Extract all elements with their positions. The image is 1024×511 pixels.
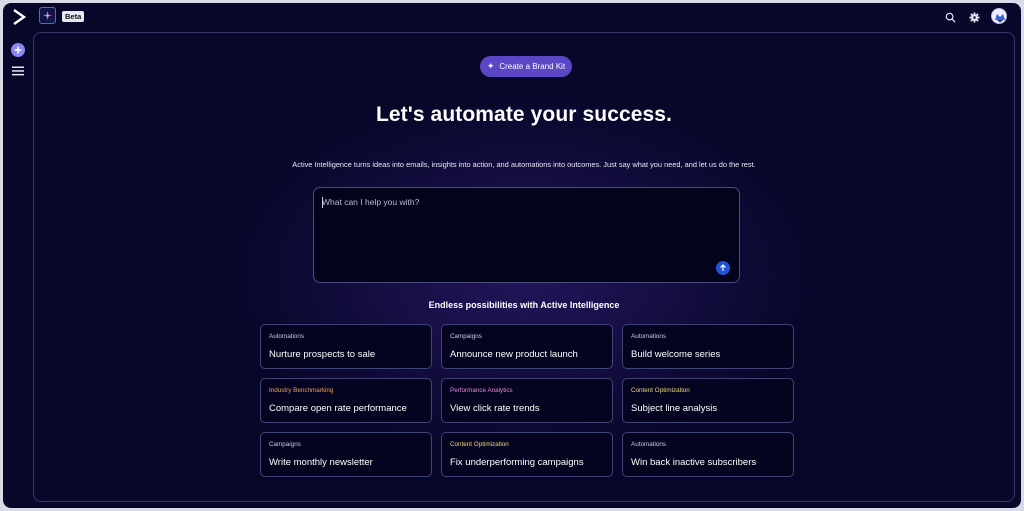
card-title: Write monthly newsletter xyxy=(269,457,373,468)
suggestion-card[interactable]: Automations Build welcome series xyxy=(622,324,794,369)
card-title: View click rate trends xyxy=(450,403,540,414)
suggestion-card[interactable]: Campaigns Write monthly newsletter xyxy=(260,432,432,477)
suggestion-card[interactable]: Content Optimization Fix underperforming… xyxy=(441,432,613,477)
suggestion-card[interactable]: Automations Win back inactive subscriber… xyxy=(622,432,794,477)
card-category: Content Optimization xyxy=(631,387,690,394)
new-chat-button[interactable] xyxy=(11,43,25,57)
card-title: Nurture prospects to sale xyxy=(269,349,376,360)
suggestion-card[interactable]: Automations Nurture prospects to sale xyxy=(260,324,432,369)
card-category: Content Optimization xyxy=(450,441,509,448)
suggestion-card[interactable]: Performance Analytics View click rate tr… xyxy=(441,378,613,423)
card-category: Campaigns xyxy=(450,333,482,340)
arrow-up-icon xyxy=(720,264,726,271)
avatar[interactable] xyxy=(991,8,1007,24)
card-title: Win back inactive subscribers xyxy=(631,457,757,468)
page-title: Let's automate your success. xyxy=(375,103,673,126)
page-subtitle: Active Intelligence turns ideas into ema… xyxy=(292,160,756,169)
card-category: Automations xyxy=(631,333,667,340)
prompt-input[interactable] xyxy=(322,197,712,207)
app-sparkle-icon[interactable] xyxy=(39,7,56,24)
main-panel: ✦ Create a Brand Kit Let's automate your… xyxy=(33,32,1015,502)
suggestion-card[interactable]: Campaigns Announce new product launch xyxy=(441,324,613,369)
sparkle-icon: ✦ xyxy=(486,61,495,71)
gear-icon[interactable] xyxy=(968,11,980,23)
card-category: Automations xyxy=(269,333,305,340)
suggestion-card[interactable]: Industry Benchmarking Compare open rate … xyxy=(260,378,432,423)
card-title: Compare open rate performance xyxy=(269,403,407,414)
card-category: Performance Analytics xyxy=(450,387,513,394)
card-title: Fix underperforming campaigns xyxy=(450,457,584,468)
send-button[interactable] xyxy=(716,261,730,275)
card-category: Industry Benchmarking xyxy=(269,387,334,394)
suggestion-cards: Automations Nurture prospects to sale Ca… xyxy=(260,324,794,477)
menu-icon[interactable] xyxy=(12,66,24,76)
card-title: Subject line analysis xyxy=(631,403,718,414)
card-title: Build welcome series xyxy=(631,349,721,360)
card-category: Campaigns xyxy=(269,441,301,448)
section-title: Endless possibilities with Active Intell… xyxy=(428,300,620,310)
prompt-box[interactable] xyxy=(313,187,740,283)
beta-badge: Beta xyxy=(62,11,85,22)
search-icon[interactable] xyxy=(944,11,956,23)
create-brand-kit-button[interactable]: ✦ Create a Brand Kit xyxy=(480,56,572,77)
card-title: Announce new product launch xyxy=(450,349,578,360)
sparkle-icon xyxy=(42,10,53,21)
app-window: Beta ✦ Create a Brand Kit Let's automate… xyxy=(3,3,1021,508)
suggestion-card[interactable]: Content Optimization Subject line analys… xyxy=(622,378,794,423)
avatar-image-icon xyxy=(992,9,1006,23)
create-brand-kit-label: Create a Brand Kit xyxy=(499,62,566,71)
card-category: Automations xyxy=(631,441,667,448)
top-bar: Beta xyxy=(3,3,1021,31)
logo-chevron-icon[interactable] xyxy=(11,8,27,26)
plus-icon xyxy=(14,46,22,54)
